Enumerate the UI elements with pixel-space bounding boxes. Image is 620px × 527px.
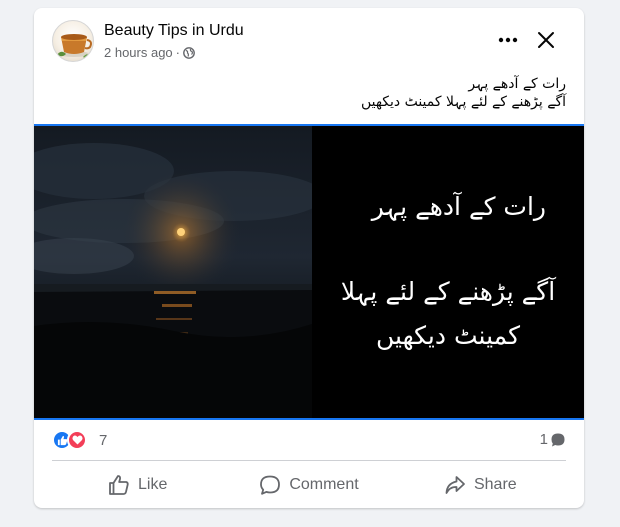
thumbs-up-outline-icon (109, 475, 129, 495)
post-action-bar: Like Comment Share (52, 466, 566, 504)
page-name[interactable]: Beauty Tips in Urdu (104, 22, 244, 40)
night-sea-photo (34, 126, 312, 418)
actions-divider (52, 460, 566, 461)
heart-icon (71, 435, 83, 445)
share-label: Share (473, 476, 517, 493)
tea-cup-icon (57, 34, 92, 59)
reactions-summary: 7 1 (52, 428, 566, 454)
meta-separator: · (175, 45, 181, 60)
comment-count[interactable]: 1 (540, 431, 566, 448)
image-overlay-text: رات کے آدھے پہر آگے پڑھنے کے لئے پہلا کم… (312, 126, 584, 418)
more-horizontal-icon (498, 37, 518, 43)
share-outline-icon (445, 476, 465, 494)
close-icon (538, 32, 554, 48)
image-text-line1: رات کے آدھے پہر (371, 192, 546, 221)
close-button[interactable] (530, 24, 562, 56)
thumbs-up-icon (57, 435, 67, 445)
comment-bubble-icon (551, 433, 565, 446)
like-button[interactable]: Like (52, 466, 223, 504)
more-options-button[interactable] (492, 26, 524, 54)
post-card: Beauty Tips in Urdu 2 hours ago · رات کے… (34, 8, 584, 508)
caption-line: آگے پڑھنے کے لئے پہلا کمینٹ دیکھیں (360, 94, 566, 110)
post-timestamp[interactable]: 2 hours ago (104, 45, 173, 60)
caption-line: رات کے آدھے پہر (468, 76, 566, 92)
post-caption: رات کے آدھے پہر آگے پڑھنے کے لئے پہلا کم… (52, 75, 566, 111)
comment-label: Comment (289, 476, 359, 493)
post-image[interactable]: رات کے آدھے پہر آگے پڑھنے کے لئے پہلا کم… (34, 124, 584, 420)
comment-outline-icon (260, 475, 281, 495)
like-label: Like (137, 476, 168, 493)
post-meta: 2 hours ago · (104, 45, 195, 60)
comment-button[interactable]: Comment (223, 466, 394, 504)
post-header: Beauty Tips in Urdu 2 hours ago · (34, 8, 584, 68)
globe-icon[interactable] (183, 46, 195, 59)
love-reaction-icon (67, 430, 87, 450)
reaction-icons[interactable] (52, 430, 87, 452)
page-avatar[interactable] (52, 20, 94, 62)
image-text-line2: آگے پڑھنے کے لئے پہلا کمینٹ دیکھیں (340, 277, 556, 350)
share-button[interactable]: Share (395, 466, 566, 504)
reaction-count[interactable]: 7 (99, 432, 107, 449)
comment-count-value: 1 (539, 431, 548, 448)
